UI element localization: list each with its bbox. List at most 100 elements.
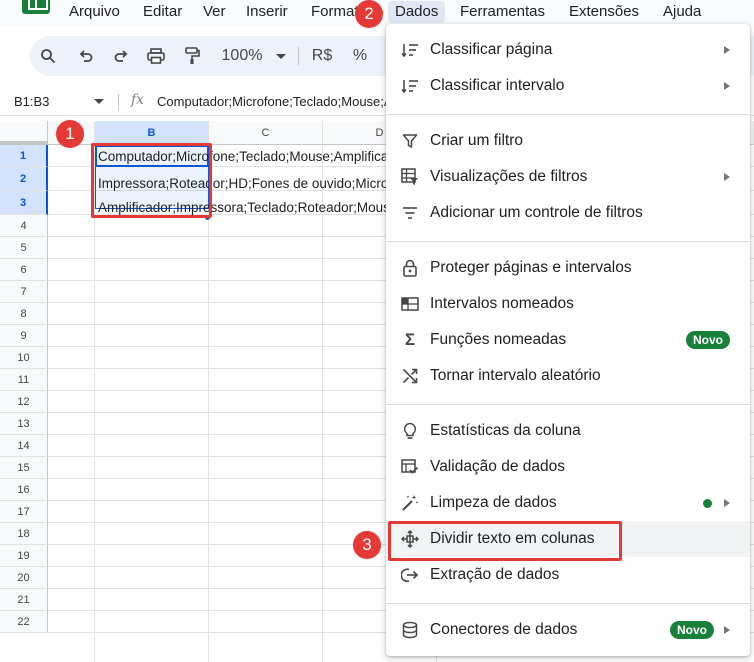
menu-inserir[interactable]: Inserir	[246, 3, 288, 21]
menu-item-extracao-dados[interactable]: Extração de dados	[386, 557, 750, 593]
toolbar-separator	[298, 47, 299, 65]
row-header-4[interactable]: 4	[0, 215, 48, 237]
row-header-20[interactable]: 20	[0, 567, 48, 589]
step-badge-1: 1	[56, 120, 84, 148]
submenu-arrow-icon	[724, 46, 730, 54]
menu-item-label: Conectores de dados	[430, 621, 578, 638]
menu-item-estatisticas-coluna[interactable]: Estatísticas da coluna	[386, 413, 750, 449]
menu-arquivo[interactable]: Arquivo	[69, 3, 120, 21]
print-icon[interactable]	[142, 36, 170, 76]
currency-label: R$	[311, 47, 333, 64]
highlight-box-split-text	[388, 521, 622, 561]
paint-format-icon[interactable]	[178, 36, 206, 76]
menu-item-label: Extração de dados	[430, 566, 560, 583]
menu-item-label: Classificar página	[430, 41, 553, 58]
menu-item-criar-filtro[interactable]: Criar um filtro	[386, 123, 750, 159]
undo-icon[interactable]	[72, 36, 100, 76]
menu-item-conectores-dados[interactable]: Conectores de dados Novo	[386, 612, 750, 648]
menu-item-label: Limpeza de dados	[430, 494, 557, 511]
name-box-dropdown-icon[interactable]	[94, 99, 104, 104]
new-feature-dot	[703, 499, 712, 508]
row-header-17[interactable]: 17	[0, 501, 48, 523]
currency-format-button[interactable]: R$	[308, 36, 336, 76]
select-all-corner[interactable]	[0, 121, 48, 145]
column-header-b[interactable]: B	[95, 121, 209, 145]
menu-item-label: Classificar intervalo	[430, 77, 565, 94]
row-header-1[interactable]: 1	[0, 145, 48, 167]
menu-item-label: Intervalos nomeados	[430, 295, 574, 312]
menu-ver[interactable]: Ver	[203, 3, 226, 21]
menu-separator	[386, 241, 750, 242]
sheets-logo-icon[interactable]	[22, 0, 50, 14]
highlight-box-cells	[91, 143, 212, 218]
row-header-16[interactable]: 16	[0, 479, 48, 501]
row-header-21[interactable]: 21	[0, 589, 48, 611]
row-header-2[interactable]: 2	[0, 167, 48, 191]
zoom-dropdown-icon[interactable]	[274, 36, 288, 76]
row-header-22[interactable]: 22	[0, 611, 48, 633]
row-header-15[interactable]: 15	[0, 457, 48, 479]
zoom-select[interactable]: 100%	[218, 36, 266, 76]
row-header-12[interactable]: 12	[0, 391, 48, 413]
filter-list-icon	[400, 203, 420, 223]
menu-item-intervalo-aleatorio[interactable]: Tornar intervalo aleatório	[386, 358, 750, 394]
row-header-7[interactable]: 7	[0, 281, 48, 303]
submenu-arrow-icon	[724, 82, 730, 90]
percent-format-icon[interactable]: %	[346, 36, 374, 76]
row-header-10[interactable]: 10	[0, 347, 48, 369]
menu-editar[interactable]: Editar	[143, 3, 182, 21]
menu-item-funcoes-nomeadas[interactable]: Σ Funções nomeadas Novo	[386, 322, 750, 358]
menu-item-intervalos-nomeados[interactable]: Intervalos nomeados	[386, 286, 750, 322]
menu-item-classificar-intervalo[interactable]: Classificar intervalo	[386, 68, 750, 104]
menu-ajuda[interactable]: Ajuda	[663, 3, 701, 21]
lock-icon	[400, 258, 420, 278]
row-header-18[interactable]: 18	[0, 523, 48, 545]
row-header-3[interactable]: 3	[0, 191, 48, 215]
extract-icon	[400, 565, 420, 585]
menu-item-label: Visualizações de filtros	[430, 168, 588, 185]
row-header-5[interactable]: 5	[0, 237, 48, 259]
menu-item-label: Validação de dados	[430, 458, 566, 475]
sigma-icon: Σ	[404, 330, 416, 349]
menu-item-visualizacoes-filtros[interactable]: Visualizações de filtros	[386, 159, 750, 195]
menu-item-classificar-pagina[interactable]: Classificar página	[386, 32, 750, 68]
menu-item-label: Funções nomeadas	[430, 331, 567, 348]
magic-wand-icon	[400, 493, 420, 513]
grid-column-line	[94, 145, 95, 662]
grid-column-line	[322, 145, 323, 662]
name-box[interactable]: B1:B3	[14, 94, 49, 109]
database-icon	[400, 620, 420, 640]
submenu-arrow-icon	[724, 499, 730, 507]
search-menus-icon[interactable]	[34, 36, 62, 76]
menu-item-label: Criar um filtro	[430, 132, 524, 149]
menu-item-validacao-dados[interactable]: Validação de dados	[386, 449, 750, 485]
menu-ferramentas[interactable]: Ferramentas	[460, 3, 545, 21]
row-header-9[interactable]: 9	[0, 325, 48, 347]
step-badge-2: 2	[355, 0, 383, 28]
grid-column-line	[208, 145, 209, 662]
menu-item-label: Adicionar um controle de filtros	[430, 204, 643, 221]
formula-separator	[118, 94, 119, 110]
menu-item-limpeza-dados[interactable]: Limpeza de dados	[386, 485, 750, 521]
row-header-6[interactable]: 6	[0, 259, 48, 281]
row-header-19[interactable]: 19	[0, 545, 48, 567]
new-badge: Novo	[686, 331, 730, 349]
menu-item-proteger[interactable]: Proteger páginas e intervalos	[386, 250, 750, 286]
menu-extensoes[interactable]: Extensões	[569, 3, 639, 21]
redo-icon[interactable]	[107, 36, 135, 76]
menu-separator	[386, 114, 750, 115]
row-header-14[interactable]: 14	[0, 435, 48, 457]
row-header-13[interactable]: 13	[0, 413, 48, 435]
menu-item-controle-filtros[interactable]: Adicionar um controle de filtros	[386, 195, 750, 231]
menu-dados[interactable]: Dados	[388, 1, 446, 23]
step-badge-3: 3	[353, 531, 381, 559]
column-header-c[interactable]: C	[209, 121, 323, 145]
submenu-arrow-icon	[724, 626, 730, 634]
sort-icon	[400, 76, 420, 96]
filter-views-icon	[400, 167, 420, 187]
menu-item-label: Tornar intervalo aleatório	[430, 367, 601, 384]
row-header-11[interactable]: 11	[0, 369, 48, 391]
named-ranges-icon	[400, 294, 420, 314]
row-header-8[interactable]: 8	[0, 303, 48, 325]
submenu-arrow-icon	[724, 173, 730, 181]
